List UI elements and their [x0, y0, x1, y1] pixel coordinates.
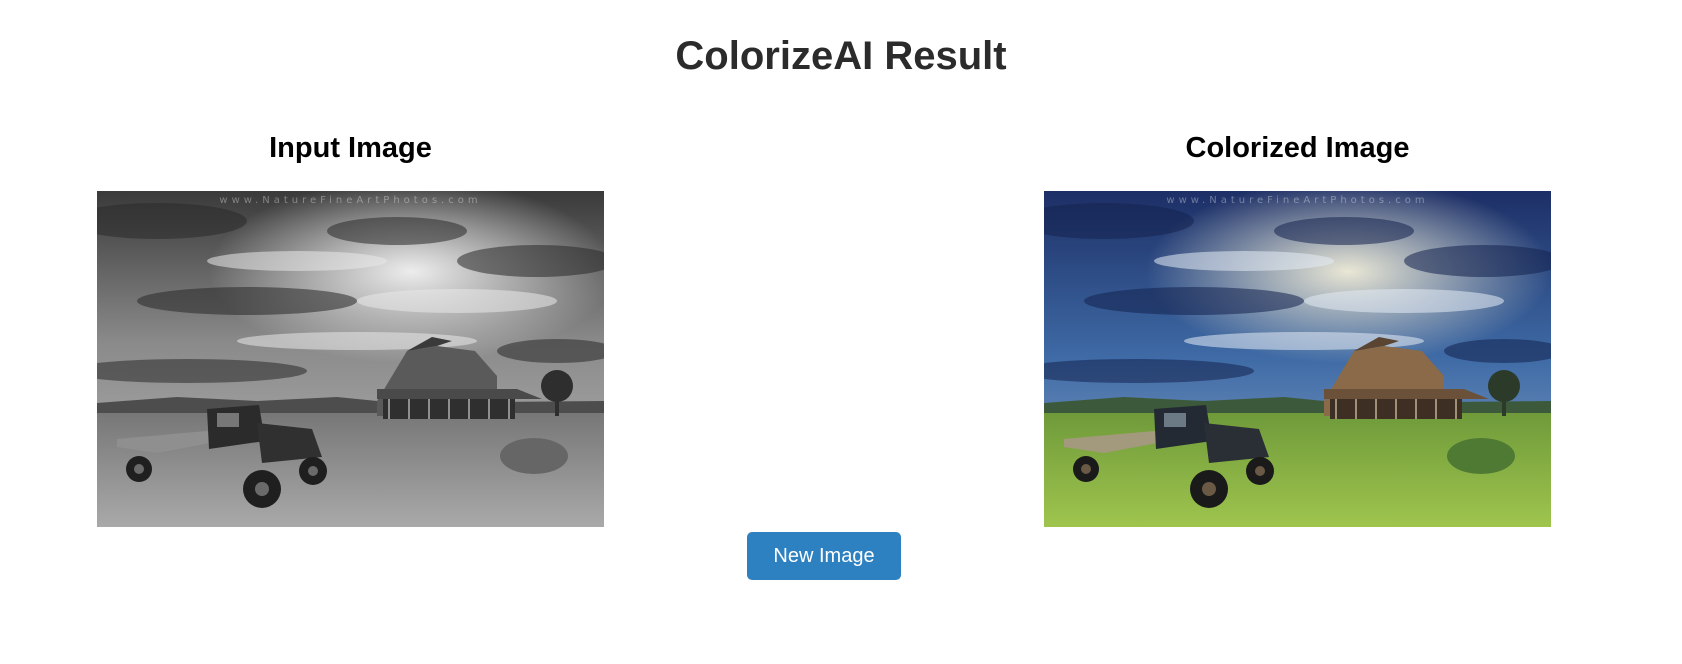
colorized-image-panel: Colorized Image www.NatureFineArtPhotos.…: [1044, 128, 1551, 527]
colorized-watermark: www.NatureFineArtPhotos.com: [1166, 195, 1429, 206]
input-image-heading: Input Image: [269, 132, 432, 164]
new-image-button[interactable]: New Image: [747, 532, 901, 580]
colorized-image-heading: Colorized Image: [1185, 132, 1410, 164]
input-watermark: www.NatureFineArtPhotos.com: [219, 195, 482, 206]
colorized-image: www.NatureFineArtPhotos.com: [1044, 191, 1551, 527]
input-image: www.NatureFineArtPhotos.com: [97, 191, 604, 527]
result-page: ColorizeAI Result Input Image www.Nature…: [0, 0, 1682, 664]
input-image-panel: Input Image www.NatureFineArtPhotos.com: [97, 128, 604, 527]
page-title: ColorizeAI Result: [675, 34, 1007, 78]
